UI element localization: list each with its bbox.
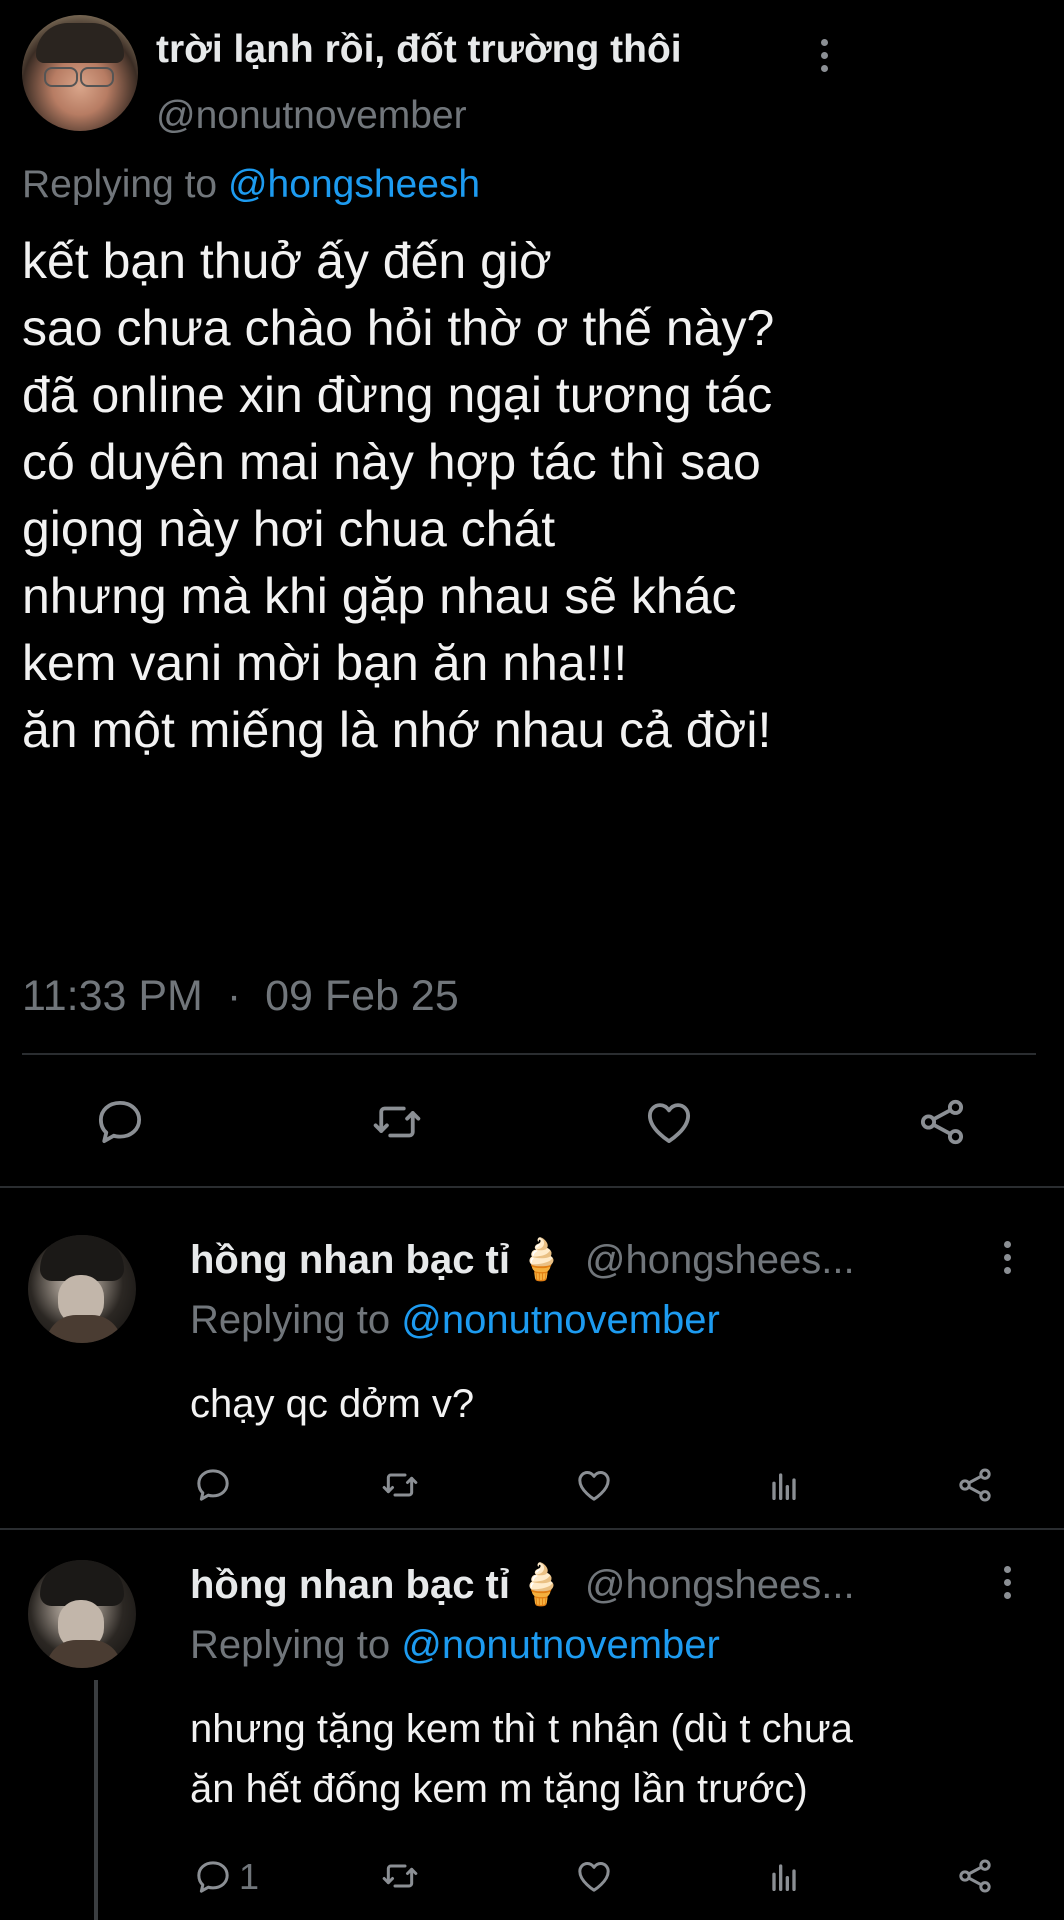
retweet-button[interactable] <box>380 1465 420 1505</box>
replying-to: Replying to @hongsheesh <box>22 163 480 207</box>
share-button[interactable] <box>914 1095 970 1149</box>
ice-cream-emoji: 🍦 <box>515 1238 566 1282</box>
views-icon <box>772 1864 796 1891</box>
reply-button[interactable]: 1 <box>193 1856 259 1898</box>
reply-avatar[interactable] <box>28 1235 136 1343</box>
tweet-line: kem vani mời bạn ăn nha!!! <box>22 635 628 691</box>
author-avatar[interactable] <box>22 15 138 131</box>
reply-text: chạy qc dởm v? <box>190 1376 474 1432</box>
like-button[interactable] <box>641 1095 697 1149</box>
share-icon <box>959 1859 991 1893</box>
reply-icon <box>197 1469 229 1501</box>
share-button[interactable] <box>955 1465 995 1505</box>
replying-to-label: Replying to <box>190 1623 391 1667</box>
timestamp-separator: · <box>226 972 242 1020</box>
reply-handle[interactable]: @hongshees... <box>585 1563 855 1607</box>
retweet-icon <box>382 1864 418 1888</box>
replying-to: Replying to @nonutnovember <box>190 1298 720 1343</box>
tweet-line: kết bạn thuở ấy đến giờ <box>22 233 552 289</box>
replying-to-handle[interactable]: @nonutnovember <box>401 1623 720 1667</box>
replying-to-handle[interactable]: @hongsheesh <box>228 163 480 206</box>
divider <box>0 1186 1064 1188</box>
thread-line <box>94 1680 98 1920</box>
reply-handle[interactable]: @hongshees... <box>585 1238 855 1282</box>
share-icon <box>920 1099 964 1145</box>
more-options-button[interactable] <box>992 1241 1022 1281</box>
tweet-text: kết bạn thuở ấy đến giờ sao chưa chào hỏ… <box>22 228 774 764</box>
reply-icon <box>98 1100 142 1144</box>
tweet-line: có duyên mai này hợp tác thì sao <box>22 434 761 490</box>
share-icon <box>959 1468 991 1502</box>
tweet-line: giọng này hơi chua chát <box>22 501 556 557</box>
reply-icon <box>197 1861 229 1893</box>
retweet-button[interactable] <box>380 1856 420 1896</box>
reply-button[interactable] <box>193 1465 233 1505</box>
divider <box>0 1528 1064 1530</box>
like-button[interactable] <box>574 1465 614 1505</box>
share-button[interactable] <box>955 1856 995 1896</box>
ice-cream-emoji: 🍦 <box>515 1563 566 1607</box>
reply-text: nhưng tặng kem thì t nhận (dù t chưa ăn … <box>190 1699 853 1819</box>
reply-display-name[interactable]: hồng nhan bạc tỉ <box>190 1563 510 1607</box>
views-button[interactable] <box>764 1856 804 1896</box>
reply-button[interactable] <box>92 1095 148 1149</box>
author-handle[interactable]: @nonutnovember <box>156 94 467 138</box>
reply-line: ăn hết đống kem m tặng lần trước) <box>190 1767 808 1811</box>
views-icon <box>772 1473 796 1500</box>
tweet-line: nhưng mà khi gặp nhau sẽ khác <box>22 568 737 624</box>
more-options-button[interactable] <box>809 39 839 79</box>
author-display-name[interactable]: trời lạnh rồi, đốt trường thôi <box>156 28 682 72</box>
tweet-line: sao chưa chào hỏi thờ ơ thế này? <box>22 300 775 356</box>
reply-line: chạy qc dởm v? <box>190 1382 475 1426</box>
retweet-icon <box>382 1473 418 1497</box>
like-icon <box>647 1103 691 1144</box>
views-button[interactable] <box>764 1465 804 1505</box>
reply-header: hồng nhan bạc tỉ 🍦 @hongshees... <box>190 1236 855 1283</box>
reply-line: nhưng tặng kem thì t nhận (dù t chưa <box>190 1707 853 1751</box>
tweet-line: ăn một miếng là nhớ nhau cả đời! <box>22 702 772 758</box>
tweet-timestamp[interactable]: 11:33 PM · 09 Feb 25 <box>22 972 459 1021</box>
divider <box>22 1053 1036 1055</box>
more-options-button[interactable] <box>992 1566 1022 1606</box>
reply-avatar[interactable] <box>28 1560 136 1668</box>
replying-to: Replying to @nonutnovember <box>190 1623 720 1668</box>
like-icon <box>578 1862 610 1892</box>
reply-display-name[interactable]: hồng nhan bạc tỉ <box>190 1238 510 1282</box>
retweet-icon <box>373 1106 421 1138</box>
reply-header: hồng nhan bạc tỉ 🍦 @hongshees... <box>190 1561 855 1608</box>
tweet-line: đã online xin đừng ngại tương tác <box>22 367 773 423</box>
tweet-date: 09 Feb 25 <box>265 972 459 1020</box>
like-icon <box>578 1471 610 1501</box>
retweet-button[interactable] <box>369 1095 425 1149</box>
reply-count: 1 <box>239 1856 260 1897</box>
like-button[interactable] <box>574 1856 614 1896</box>
replying-to-label: Replying to <box>22 163 218 206</box>
replying-to-label: Replying to <box>190 1298 391 1342</box>
replying-to-handle[interactable]: @nonutnovember <box>401 1298 720 1342</box>
tweet-time: 11:33 PM <box>22 972 203 1020</box>
